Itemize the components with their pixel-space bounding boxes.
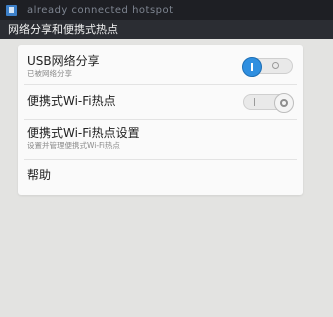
usb-tethering-item[interactable]: USB网络分享 已被网络分享 (18, 50, 303, 84)
page-title: 网络分享和便携式热点 (0, 20, 333, 39)
switch-knob-on (242, 57, 262, 77)
switch-off-mark-icon (272, 62, 279, 69)
usb-tethering-switch[interactable] (242, 57, 293, 77)
hotspot-settings-item[interactable]: 便携式Wi-Fi热点设置 设置并管理便携式Wi-Fi热点 (18, 120, 303, 156)
hotspot-settings-subtitle: 设置并管理便携式Wi-Fi热点 (27, 141, 120, 150)
status-bar: already connected hotspot (0, 0, 333, 20)
help-item[interactable]: 帮助 (18, 160, 303, 190)
wifi-hotspot-switch[interactable] (243, 93, 294, 113)
help-title: 帮助 (27, 168, 52, 182)
settings-card: USB网络分享 已被网络分享 便携式Wi-Fi热点 便携式Wi-Fi热点设置 设… (18, 45, 303, 195)
hotspot-settings-title: 便携式Wi-Fi热点设置 (27, 126, 140, 140)
switch-knob-off (274, 93, 294, 113)
wifi-hotspot-item[interactable]: 便携式Wi-Fi热点 (18, 85, 303, 116)
status-notification-text: already connected hotspot (27, 4, 174, 16)
switch-on-mark-icon (254, 98, 255, 106)
notification-icon (6, 4, 17, 16)
